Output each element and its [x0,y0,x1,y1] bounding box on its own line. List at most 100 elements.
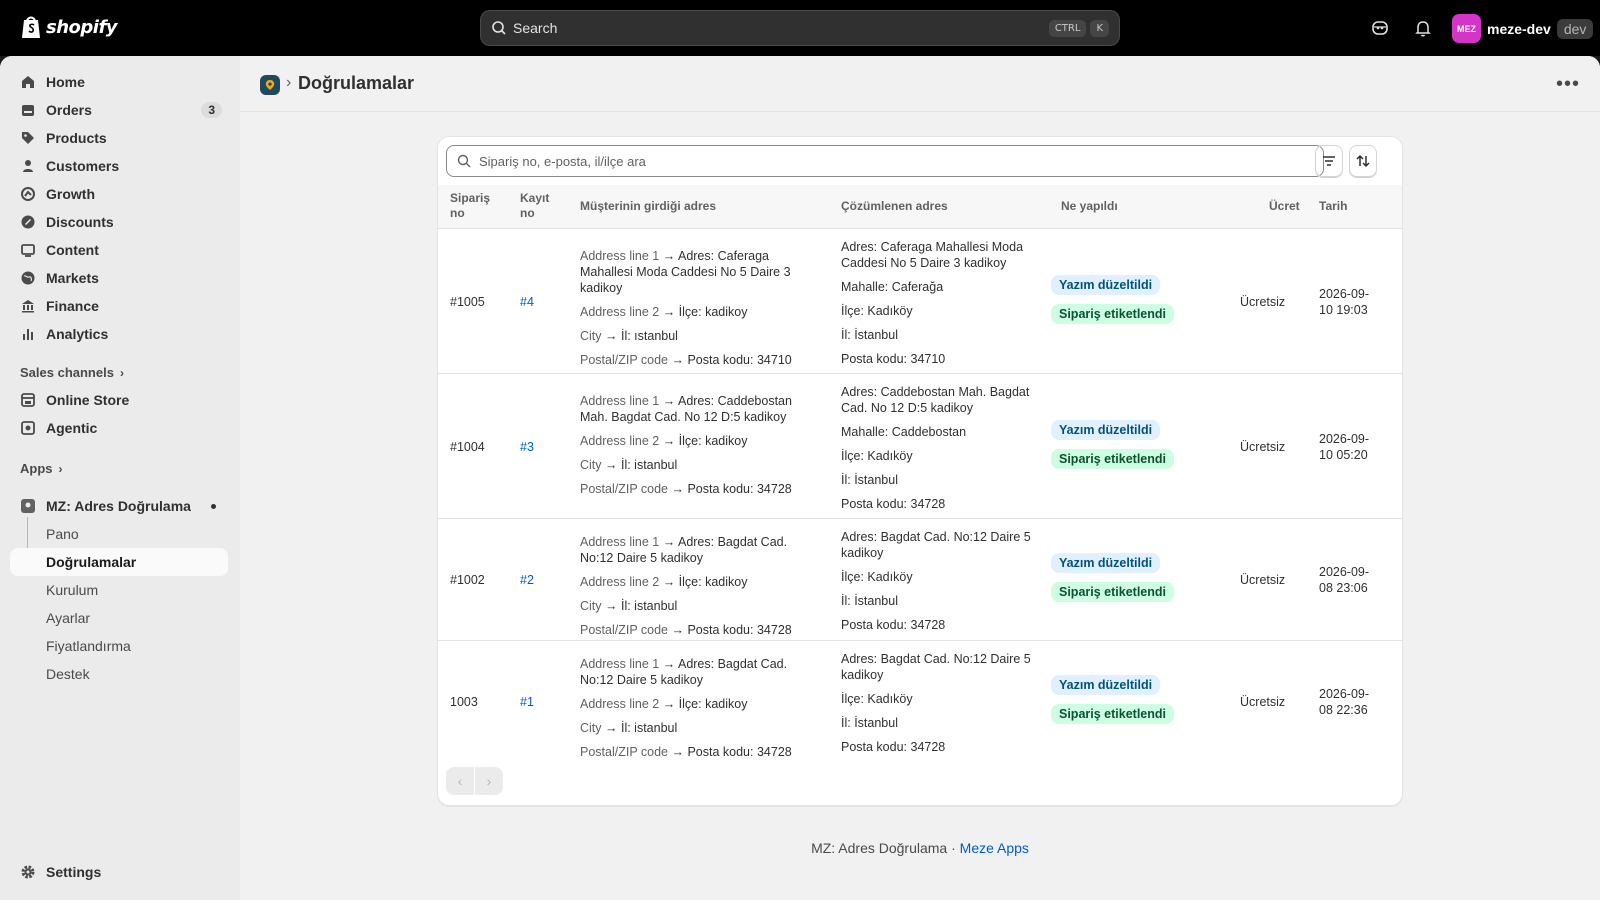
sort-button[interactable] [1349,145,1377,177]
field-label: Address line 1 [580,248,660,263]
shopify-logo[interactable]: shopify [20,14,118,40]
sidebar-item-finance[interactable]: Finance [10,292,228,320]
order-tagged-badge: Sipariş etiketlendi [1051,448,1174,469]
sidebar-item-label: Settings [46,864,102,880]
table-row[interactable]: #1004 #3 Address line 1 → Adres: Caddebost… [438,374,1402,519]
header-entered-address[interactable]: Müşterinin girdiği adres [580,199,716,214]
sidebar-item-discounts[interactable]: Discounts [10,208,228,236]
date-line: 08 22:36 [1319,703,1368,717]
field-label: City [580,599,602,613]
arrow-right-icon: → [601,457,621,472]
field-value: İl: istanbul [620,599,678,613]
field-value: İl: ıstanbul [620,328,678,343]
action-badges: Yazım düzeltildi Sipariş etiketlendi [1051,675,1231,733]
header-resolved-address[interactable]: Çözümlenen adres [841,199,948,214]
sidebar-item-label: Customers [46,158,120,174]
sidebar-subitem-destek[interactable]: Destek [10,660,228,688]
field-label: Postal/ZIP code [580,481,669,496]
resolved-address-line: Posta kodu: 34728 [841,740,946,754]
field-value: Posta kodu: 34728 [687,481,792,496]
header-date[interactable]: Tarih [1319,199,1347,214]
sidebar-item-settings[interactable]: Settings [10,858,228,886]
apps-heading[interactable]: Apps › [20,461,63,476]
tag-icon [20,130,36,146]
field-label: Address line 2 [580,433,660,448]
date-line: 08 23:06 [1319,581,1368,595]
arrow-right-icon: → [659,433,679,448]
entered-address-line: Address line 2 → İlçe: kadikoy [580,433,805,449]
header-order-no[interactable]: Sipariş no [450,191,490,221]
spelling-fixed-badge: Yazım düzeltildi [1051,274,1161,295]
sidebar-item-customers[interactable]: Customers [10,152,228,180]
app-logo-icon[interactable] [260,75,280,95]
entered-address: Address line 1 → Adres: Bagdat Cad. No:1… [580,534,805,646]
chevron-right-icon: › [119,365,124,380]
bar-chart-icon [20,326,36,342]
top-bar: shopify Search CTRL K MEZ meze-dev dev [0,0,1600,56]
sidebar-item-label: Content [46,242,99,258]
table-search-input[interactable]: Sipariş no, e-posta, il/ilçe ara [446,145,1324,177]
field-label: Address line 2 [580,697,660,711]
fee-value: Ücretsiz [1240,294,1286,309]
sidebar-subitem-fiyatlandirma[interactable]: Fiyatlandırma [10,632,228,660]
sidebar-item-label: Finance [46,298,99,314]
sidebar-item-analytics[interactable]: Analytics [10,320,228,348]
record-number-link[interactable]: #3 [520,439,534,455]
table-row[interactable]: 1003 #1 Address line 1 → Adres: Bagdat Cad… [438,641,1402,763]
sidebar-subitem-kurulum[interactable]: Kurulum [10,576,228,604]
admin-shell: Home Orders 3 Products Customers Growth … [0,56,1600,900]
entered-address-line: Address line 1 → Adres: Caddebostan Mah.… [580,393,805,425]
bell-icon[interactable] [1413,18,1433,38]
record-number-link[interactable]: #4 [520,294,534,310]
sidebar: Home Orders 3 Products Customers Growth … [0,56,240,900]
more-actions-icon[interactable]: ••• [1556,73,1580,96]
resolved-address-line: Adres: Caferaga Mahallesi Moda Caddesi N… [841,240,1024,270]
sidebar-item-online-store[interactable]: Online Store [10,386,228,414]
header-fee[interactable]: Ücret [1269,199,1300,214]
sidebar-item-app-adres-dogrulama[interactable]: MZ: Adres Doğrulama [10,492,228,520]
resolved-address-line: Mahalle: Caferağa [841,280,944,294]
record-number-link[interactable]: #1 [520,694,534,710]
next-page-button[interactable]: › [475,767,503,795]
sidebar-subitem-ayarlar[interactable]: Ayarlar [10,604,228,632]
sidebar-item-agentic[interactable]: Agentic [10,414,228,442]
sidebar-subitem-pano[interactable]: Pano [10,520,228,548]
sales-channels-heading[interactable]: Sales channels › [20,365,124,380]
action-badges: Yazım düzeltildi Sipariş etiketlendi [1051,419,1231,478]
previous-page-button[interactable]: ‹ [446,767,474,795]
sidebar-item-growth[interactable]: Growth [10,180,228,208]
header-record-no[interactable]: Kayıt no [520,191,549,221]
filter-button[interactable] [1315,145,1343,177]
table-search-placeholder: Sipariş no, e-posta, il/ilçe ara [479,153,646,169]
sidebar-item-label: MZ: Adres Doğrulama [46,498,191,514]
field-label: Postal/ZIP code [580,623,669,637]
app-footer: MZ: Adres Doğrulama · Meze Apps [240,840,1600,856]
shortcut-ctrl: CTRL [1048,19,1087,37]
table-row[interactable]: #1002 #2 Address line 1 → Adres: Bagdat Ca… [438,519,1402,641]
sidebar-subitem-dogrulamalar[interactable]: Doğrulamalar [10,548,228,576]
arrow-right-icon: → [659,304,679,319]
field-label: City [580,721,602,735]
sidebar-item-content[interactable]: Content [10,236,228,264]
sidebar-item-home[interactable]: Home [10,68,228,96]
sidebar-item-markets[interactable]: Markets [10,264,228,292]
sidekick-icon[interactable] [1370,18,1390,38]
footer-vendor-link[interactable]: Meze Apps [960,840,1029,856]
record-number-link[interactable]: #2 [520,572,534,588]
global-search[interactable]: Search CTRL K [480,10,1120,46]
field-label: Postal/ZIP code [580,352,669,367]
field-value: İlçe: kadikoy [678,697,748,711]
user-menu[interactable]: MEZ meze-dev dev [1452,14,1594,43]
table-row[interactable]: #1005 #4 Address line 1 → Adres: Caferaga … [438,229,1402,374]
order-number: 1003 [450,695,478,709]
header-action[interactable]: Ne yapıldı [1061,199,1118,214]
sidebar-item-label: Discounts [46,214,114,230]
resolved-address-line: Adres: Caddebostan Mah. Bagdat Cad. No 1… [841,385,1030,415]
sidebar-item-orders[interactable]: Orders 3 [10,96,228,124]
search-placeholder: Search [513,20,558,36]
resolved-address-line: Posta kodu: 34710 [841,352,946,366]
order-tagged-badge: Sipariş etiketlendi [1051,704,1174,724]
date-line: 2026-09- [1319,286,1370,301]
sidebar-item-products[interactable]: Products [10,124,228,152]
spelling-fixed-badge: Yazım düzeltildi [1051,419,1161,440]
